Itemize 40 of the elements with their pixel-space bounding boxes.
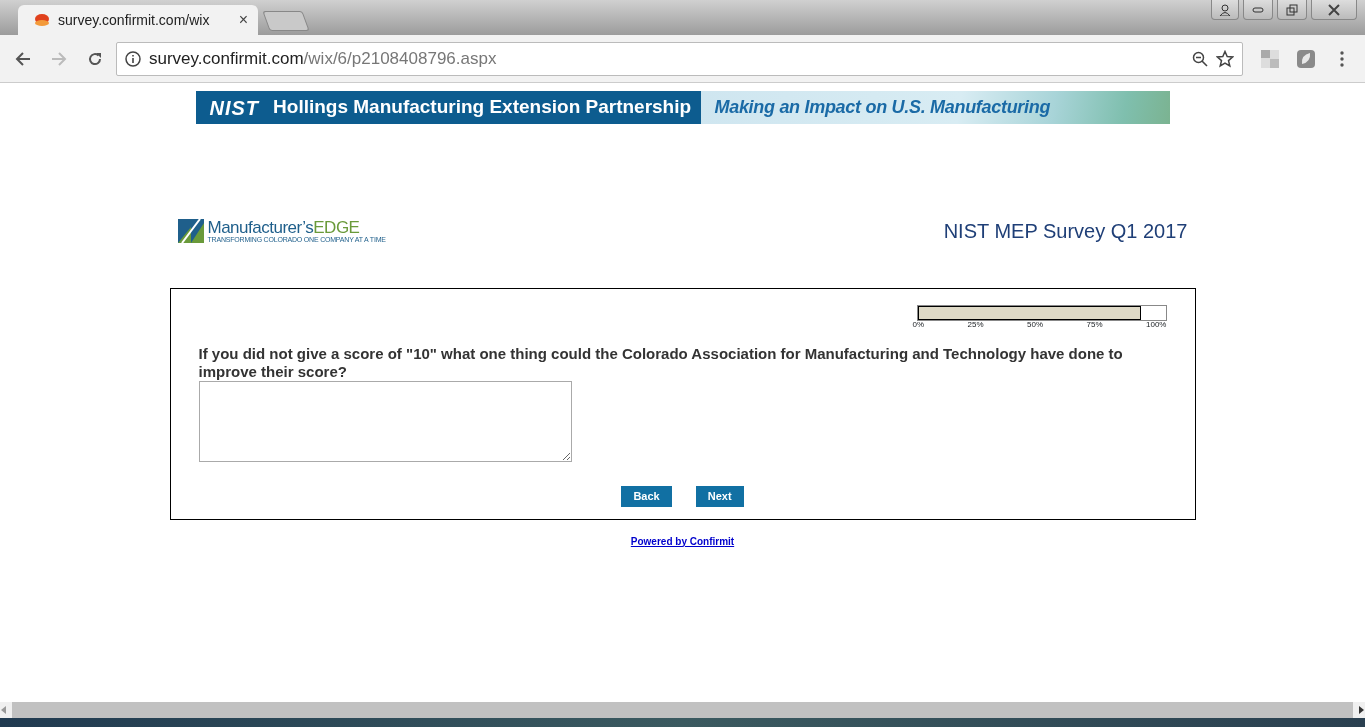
url-text: survey.confirmit.com/wix/6/p2108408796.aspx bbox=[149, 47, 498, 70]
profile-button[interactable] bbox=[1211, 0, 1239, 20]
new-tab-button[interactable] bbox=[262, 11, 310, 31]
browser-tab[interactable]: survey.confirmit.com/wix × bbox=[18, 5, 258, 35]
extension-icon bbox=[1260, 48, 1280, 69]
restore-button[interactable] bbox=[1277, 0, 1307, 20]
zoom-out-icon[interactable] bbox=[1192, 50, 1208, 67]
close-window-button[interactable] bbox=[1311, 0, 1357, 20]
person-icon bbox=[1219, 3, 1231, 16]
address-bar[interactable]: survey.confirmit.com/wix/6/p2108408796.aspx bbox=[116, 41, 1243, 76]
survey-title: NIST MEP Survey Q1 2017 bbox=[943, 219, 1188, 244]
company-logo-name: Manufacturer’sEDGE bbox=[207, 218, 361, 236]
logo-icon bbox=[177, 219, 204, 243]
close-icon bbox=[1328, 3, 1340, 16]
restore-icon bbox=[1286, 3, 1298, 16]
progress-tick-label: 75% bbox=[1086, 321, 1103, 329]
banner-title: Hollings Manufacturing Extension Partnership bbox=[273, 95, 692, 120]
tab-title: survey.confirmit.com/wix bbox=[58, 10, 211, 30]
progress-tick-label: 0% bbox=[912, 321, 925, 329]
close-button[interactable]: × bbox=[238, 8, 248, 32]
minimize-icon bbox=[1252, 6, 1264, 13]
forward-arrow-icon bbox=[51, 50, 67, 67]
progress-tick-label: 25% bbox=[967, 321, 984, 329]
menu-icon bbox=[1340, 50, 1344, 67]
reload-icon bbox=[87, 50, 103, 67]
question-text: If you did not give a score of "10" what one thing could the Colorado Association for Manufacturing and Technology have done to improve their score? bbox=[198, 345, 1124, 381]
next-button[interactable]: Next bbox=[695, 486, 744, 507]
info-icon bbox=[125, 50, 141, 67]
back-button[interactable]: Back bbox=[621, 486, 672, 507]
site-icon bbox=[32, 13, 50, 27]
powered-by-link[interactable]: Powered by Confirmit bbox=[630, 535, 735, 547]
nist-logo: NIST bbox=[209, 95, 260, 121]
banner-tagline: Making an Impact on U.S. Manufacturing bbox=[714, 96, 1051, 119]
scroll-right-icon[interactable] bbox=[1357, 706, 1365, 714]
scroll-left-icon[interactable] bbox=[0, 706, 8, 714]
progress-tick-label: 50% bbox=[1027, 321, 1044, 329]
answer-box[interactable] bbox=[198, 381, 572, 462]
star-icon[interactable] bbox=[1216, 49, 1234, 68]
progress-tick-label: 100% bbox=[1146, 321, 1167, 329]
back-arrow-icon bbox=[15, 50, 31, 67]
